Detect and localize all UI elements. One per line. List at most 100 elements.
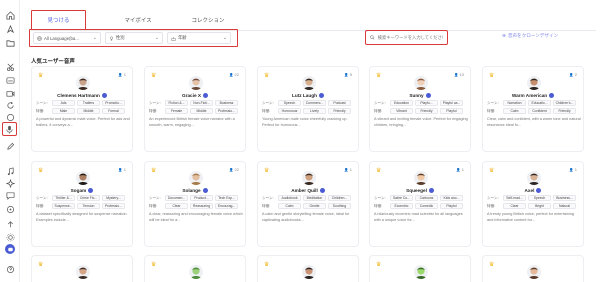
subtitle-icon[interactable] <box>5 75 15 85</box>
voice-card[interactable]: ♛ 👤 2 Warm American シーン: Narration Educatio...… <box>482 66 584 152</box>
usage-count: 👤 1 <box>344 167 352 172</box>
usage-count-value: 1 <box>123 72 126 77</box>
music-icon[interactable] <box>5 166 15 176</box>
voice-card[interactable]: ♛ 👤 1 Amber Quill シーン: Audiobook Meditation Chi… <box>257 161 359 247</box>
voice-name-text: Clemens Hartmann <box>57 93 100 98</box>
crown-icon: ♛ <box>376 168 382 174</box>
verified-badge-icon <box>203 93 209 98</box>
user-icon: 👤 <box>344 72 349 77</box>
usage-count-value: 1 <box>574 167 577 172</box>
sparkle-icon[interactable] <box>5 178 15 188</box>
scene-tags: シーン: Speech Commerc... Podcast <box>262 100 351 106</box>
voice-card[interactable]: ♛ 👤 1 Clemens Hartmann シーン: Ads Trailers Promot… <box>31 66 133 152</box>
verified-badge-icon <box>88 188 94 193</box>
voice-card[interactable]: ♛Sonny Awtrits <box>257 255 359 282</box>
language-select[interactable]: All Language(ba... ⌄ <box>33 32 101 44</box>
avatar <box>527 265 541 279</box>
tab-discover[interactable]: 見つける <box>31 10 86 30</box>
usage-count-value: 22 <box>234 72 239 77</box>
feature-label: 特徴: <box>262 108 271 113</box>
tag-chip: Friendly <box>553 108 576 114</box>
voice-description: Young American male voice cheerfully cra… <box>262 117 348 127</box>
plus-icon: ⊕ <box>502 33 506 38</box>
feature-tags: 特徴: Eccentric Comedic Playful <box>374 203 463 209</box>
tag-chip: Encourag... <box>215 203 238 209</box>
usage-count-value: 9 <box>349 72 352 77</box>
voice-description: A hilariously eccentric mad scientist fo… <box>374 212 463 222</box>
video-icon[interactable] <box>5 88 15 98</box>
upload-icon[interactable] <box>5 219 15 229</box>
tag-chip: Trailers <box>77 100 100 106</box>
voice-name: Clemens Hartmann <box>32 93 132 98</box>
verified-badge-icon <box>428 188 434 193</box>
feature-label: 特徴: <box>36 108 45 113</box>
tag-chip: Fiction &... <box>165 100 188 106</box>
user-icon: 👤 <box>118 72 123 77</box>
tag-chip: Educatio... <box>528 100 551 106</box>
chevron-down-icon: ⌄ <box>154 35 159 41</box>
age-select[interactable]: 年齢 ⌄ <box>167 32 231 44</box>
avatar <box>76 76 90 90</box>
voice-card[interactable]: ♛ 👤 9 Lutz Laugh シーン: Speech Commerc... Podcast… <box>257 66 359 152</box>
usage-count: 👤 2 <box>569 72 577 77</box>
usage-count-value: 22 <box>234 167 239 172</box>
refresh-icon[interactable] <box>5 100 15 110</box>
discord-icon[interactable] <box>5 244 15 254</box>
voice-card[interactable]: ♛ 👤 1 Squeegel シーン: Satire Co... Cartoons Kids … <box>369 161 471 247</box>
scissors-icon[interactable] <box>5 62 15 72</box>
chat-icon[interactable] <box>5 190 15 200</box>
chevron-down-icon: ⌄ <box>92 35 97 41</box>
scene-label: シーン: <box>374 195 386 200</box>
feature-label: 特徴: <box>487 108 496 113</box>
edit-icon[interactable] <box>5 141 15 151</box>
voice-clone-button[interactable]: ⊕ 音声をクローンデザイン <box>502 33 558 39</box>
language-select-value: All Language(ba... <box>44 35 79 41</box>
rocket-icon[interactable] <box>5 24 15 34</box>
scene-label: シーン: <box>36 195 48 200</box>
home-icon[interactable] <box>5 10 15 20</box>
voice-card[interactable]: ♛Dave <box>369 255 471 282</box>
tab-collection[interactable]: コレクション <box>178 10 238 30</box>
tab-my-voices[interactable]: マイボイス <box>110 10 166 30</box>
voice-card[interactable]: ♛ 👤 22 Solange シーン: Documen... Product... Tech … <box>144 161 246 247</box>
tag-chip: Male <box>52 108 75 114</box>
scene-tags: シーン: Documen... Product... Tech Exp... <box>149 195 238 201</box>
tag-chip: Cartoons <box>415 195 438 201</box>
usage-count-value: 10 <box>459 72 464 77</box>
scene-label: シーン: <box>374 100 386 105</box>
left-sidebar <box>0 0 20 282</box>
avatar <box>414 171 428 185</box>
dubbing-icon[interactable] <box>5 204 15 214</box>
feature-tags: 特徴: Male Middle Formal <box>36 108 125 114</box>
voice-name: Warm American <box>483 93 583 98</box>
tag-chip: Commerc... <box>303 100 326 106</box>
usage-count: 👤 10 <box>454 72 464 77</box>
tag-chip: Soothing <box>328 203 351 209</box>
voice-description: A vibrant and inviting female voice. Per… <box>374 117 468 127</box>
voice-clone-button-label: 音声をクローンデザイン <box>507 33 559 38</box>
voice-card[interactable]: ♛Jon Cottrell <box>31 255 133 282</box>
voice-description: A clear, reassuring and encouraging fema… <box>149 212 243 222</box>
scene-tags: シーン: Ads Trailers Promotio... <box>36 100 125 106</box>
voice-card[interactable]: ♛Robert <box>144 255 246 282</box>
voice-card[interactable]: ♛ 👤 1 Sogam シーン: Thriller &... Crime Fic... Mys… <box>31 161 133 247</box>
tag-chip: Playfu... <box>415 100 438 106</box>
voice-library-microphone-icon[interactable] <box>2 122 17 136</box>
gender-select[interactable]: 性別 ⌄ <box>105 32 163 44</box>
crown-icon: ♛ <box>264 73 270 79</box>
voice-card[interactable]: ♛ 👤 22 Gracie X シーン: Fiction &... Non-Ficti...… <box>144 66 246 152</box>
settings-icon[interactable] <box>5 232 15 242</box>
voice-card[interactable]: ♛ 👤 1 Axel シーン: Self-mad... Speech Business... 特… <box>482 161 584 247</box>
tag-chip: Children's... <box>553 100 576 106</box>
tag-chip: Promotio... <box>102 100 125 106</box>
verified-badge-icon <box>202 188 208 193</box>
tag-chip: Clear <box>165 203 188 209</box>
help-icon[interactable] <box>5 264 15 274</box>
voice-card[interactable]: ♛ 👤 10 Sunny シーン: Education Playfu... Playful c… <box>369 66 471 152</box>
translate-icon[interactable] <box>5 112 15 122</box>
scene-label: シーン: <box>487 195 499 200</box>
folder-icon[interactable] <box>5 38 15 48</box>
tag-chip: Business <box>215 100 238 106</box>
search-input[interactable] <box>377 35 443 40</box>
voice-card[interactable]: ♛Tamsin Aurora <box>482 255 584 282</box>
